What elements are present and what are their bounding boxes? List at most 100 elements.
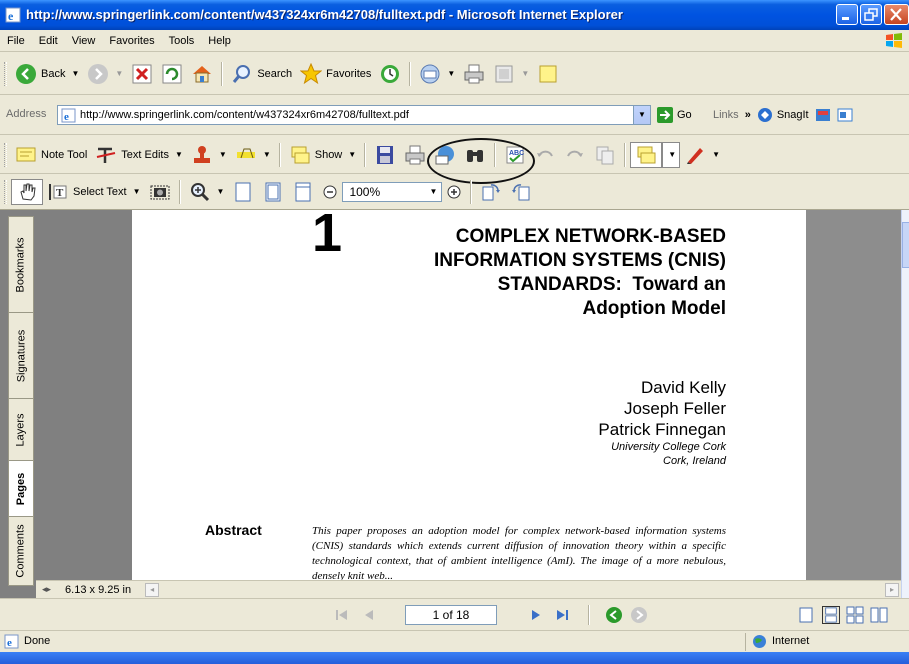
close-button[interactable]: [884, 4, 909, 25]
show-button[interactable]: Show ▼: [285, 141, 360, 169]
note-icon: [16, 147, 36, 161]
page-number-field[interactable]: 1 of 18: [405, 605, 497, 625]
menu-favorites[interactable]: Favorites: [102, 30, 161, 52]
author-3: Patrick Finnegan: [598, 420, 726, 439]
next-page-icon[interactable]: [527, 606, 545, 624]
comment-button[interactable]: [630, 141, 663, 168]
go-arrow-icon: [657, 107, 673, 123]
menu-help[interactable]: Help: [201, 30, 238, 52]
back-button[interactable]: Back ▼: [11, 60, 83, 88]
rotate-clockwise-button[interactable]: [476, 178, 506, 206]
snagit-capture-icon[interactable]: [815, 107, 831, 123]
pdf-page: 1 COMPLEX NETWORK-BASED INFORMATION SYST…: [132, 210, 806, 580]
menu-view[interactable]: View: [65, 30, 103, 52]
undo-button[interactable]: [530, 141, 560, 169]
page-navigation-bar: 1 of 18: [0, 598, 909, 630]
favorites-button[interactable]: Favorites: [296, 60, 375, 88]
menu-bar: File Edit View Favorites Tools Help: [0, 30, 909, 52]
vertical-scrollbar[interactable]: [901, 210, 909, 598]
stamp-button[interactable]: ▼: [187, 141, 231, 169]
page-icon: [235, 182, 251, 201]
menu-file[interactable]: File: [0, 30, 32, 52]
toolbar-grip[interactable]: [4, 61, 7, 86]
title-line-1: COMPLEX NETWORK-BASED: [455, 226, 726, 247]
continuous-page-icon[interactable]: [822, 606, 840, 624]
scroll-thumb[interactable]: [902, 222, 909, 268]
scroll-right-button[interactable]: ▸: [885, 582, 899, 597]
previous-page-icon[interactable]: [360, 606, 378, 624]
single-page-icon[interactable]: [797, 606, 815, 624]
refresh-icon: [162, 64, 182, 83]
search-button[interactable]: Search: [227, 60, 296, 88]
search-label: Search: [257, 67, 293, 80]
history-button[interactable]: [375, 60, 405, 88]
notes-button[interactable]: [533, 60, 563, 88]
scroll-left-button[interactable]: ◂: [145, 582, 160, 597]
snagit-options-icon[interactable]: [837, 107, 853, 123]
zoom-in-button[interactable]: [442, 178, 466, 206]
copy-button[interactable]: [590, 141, 620, 169]
windows-logo-icon: [886, 33, 902, 48]
zoom-in-tool-button[interactable]: ▼: [185, 178, 229, 206]
forward-arrow-icon: [88, 63, 109, 84]
tab-pages[interactable]: Pages: [9, 461, 33, 517]
first-page-icon[interactable]: [333, 606, 351, 624]
comment-dropdown[interactable]: ▼: [662, 141, 681, 168]
hand-icon: [20, 183, 36, 201]
go-button[interactable]: Go: [657, 103, 692, 127]
forward-button[interactable]: ▼: [83, 60, 127, 88]
refresh-button[interactable]: [157, 60, 187, 88]
continuous-facing-icon[interactable]: [846, 606, 864, 624]
copy-icon: [596, 146, 614, 164]
previous-view-icon[interactable]: [605, 606, 623, 624]
hand-tool-button[interactable]: [11, 178, 43, 205]
save-copy-button[interactable]: [370, 141, 400, 169]
select-text-button[interactable]: T Select Text ▼: [43, 178, 145, 206]
mail-button[interactable]: ▼: [415, 60, 459, 88]
snapshot-button[interactable]: [145, 178, 175, 206]
stop-button[interactable]: [127, 60, 157, 88]
highlight-button[interactable]: ▼: [231, 141, 275, 169]
address-dropdown[interactable]: ▼: [633, 106, 650, 124]
pdf-print-button[interactable]: [400, 141, 430, 169]
edit-page-icon: [495, 65, 513, 82]
snagit-button[interactable]: SnagIt: [757, 105, 809, 125]
menu-tools[interactable]: Tools: [162, 30, 202, 52]
back-arrow-icon: [16, 63, 36, 84]
zoom-out-button[interactable]: [318, 178, 342, 206]
zoom-dropdown-icon[interactable]: ▼: [430, 187, 438, 196]
pencil-button[interactable]: ▼: [680, 141, 724, 169]
note-tool-button[interactable]: Note Tool: [11, 141, 91, 169]
chevron-icon[interactable]: »: [745, 109, 751, 121]
tab-comments[interactable]: Comments: [9, 517, 33, 585]
author-1: David Kelly: [640, 378, 726, 397]
tab-signatures[interactable]: Signatures: [9, 313, 33, 399]
address-url: http://www.springerlink.com/content/w437…: [80, 109, 409, 121]
home-button[interactable]: [187, 60, 217, 88]
stamp-icon: [193, 145, 210, 163]
fit-width-button[interactable]: [288, 178, 318, 206]
last-page-icon[interactable]: [553, 606, 571, 624]
plus-icon: [447, 185, 461, 198]
text-edits-button[interactable]: Text Edits ▼: [91, 141, 187, 169]
links-label[interactable]: Links: [713, 109, 739, 121]
minimize-button[interactable]: [836, 4, 858, 25]
facing-page-icon[interactable]: [870, 606, 888, 624]
maximize-button[interactable]: [860, 4, 882, 25]
snagit-label: SnagIt: [776, 109, 809, 121]
actual-size-button[interactable]: [228, 178, 258, 206]
tab-bookmarks[interactable]: Bookmarks: [9, 217, 33, 313]
fit-page-button[interactable]: [258, 178, 288, 206]
sticky-note-icon: [539, 65, 557, 82]
zoom-level-field[interactable]: 100% ▼: [342, 181, 443, 202]
menu-edit[interactable]: Edit: [32, 30, 65, 52]
rotate-counterclockwise-button[interactable]: [506, 178, 536, 206]
resize-handle-icon[interactable]: ◂▸: [42, 584, 51, 595]
address-input[interactable]: e http://www.springerlink.com/content/w4…: [57, 105, 651, 125]
tab-layers[interactable]: Layers: [9, 399, 33, 461]
print-button[interactable]: [459, 60, 489, 88]
next-view-icon[interactable]: [630, 606, 648, 624]
redo-button[interactable]: [560, 141, 590, 169]
edit-button[interactable]: ▼: [489, 60, 533, 88]
ie-window: e http://www.springerlink.com/content/w4…: [0, 0, 909, 664]
